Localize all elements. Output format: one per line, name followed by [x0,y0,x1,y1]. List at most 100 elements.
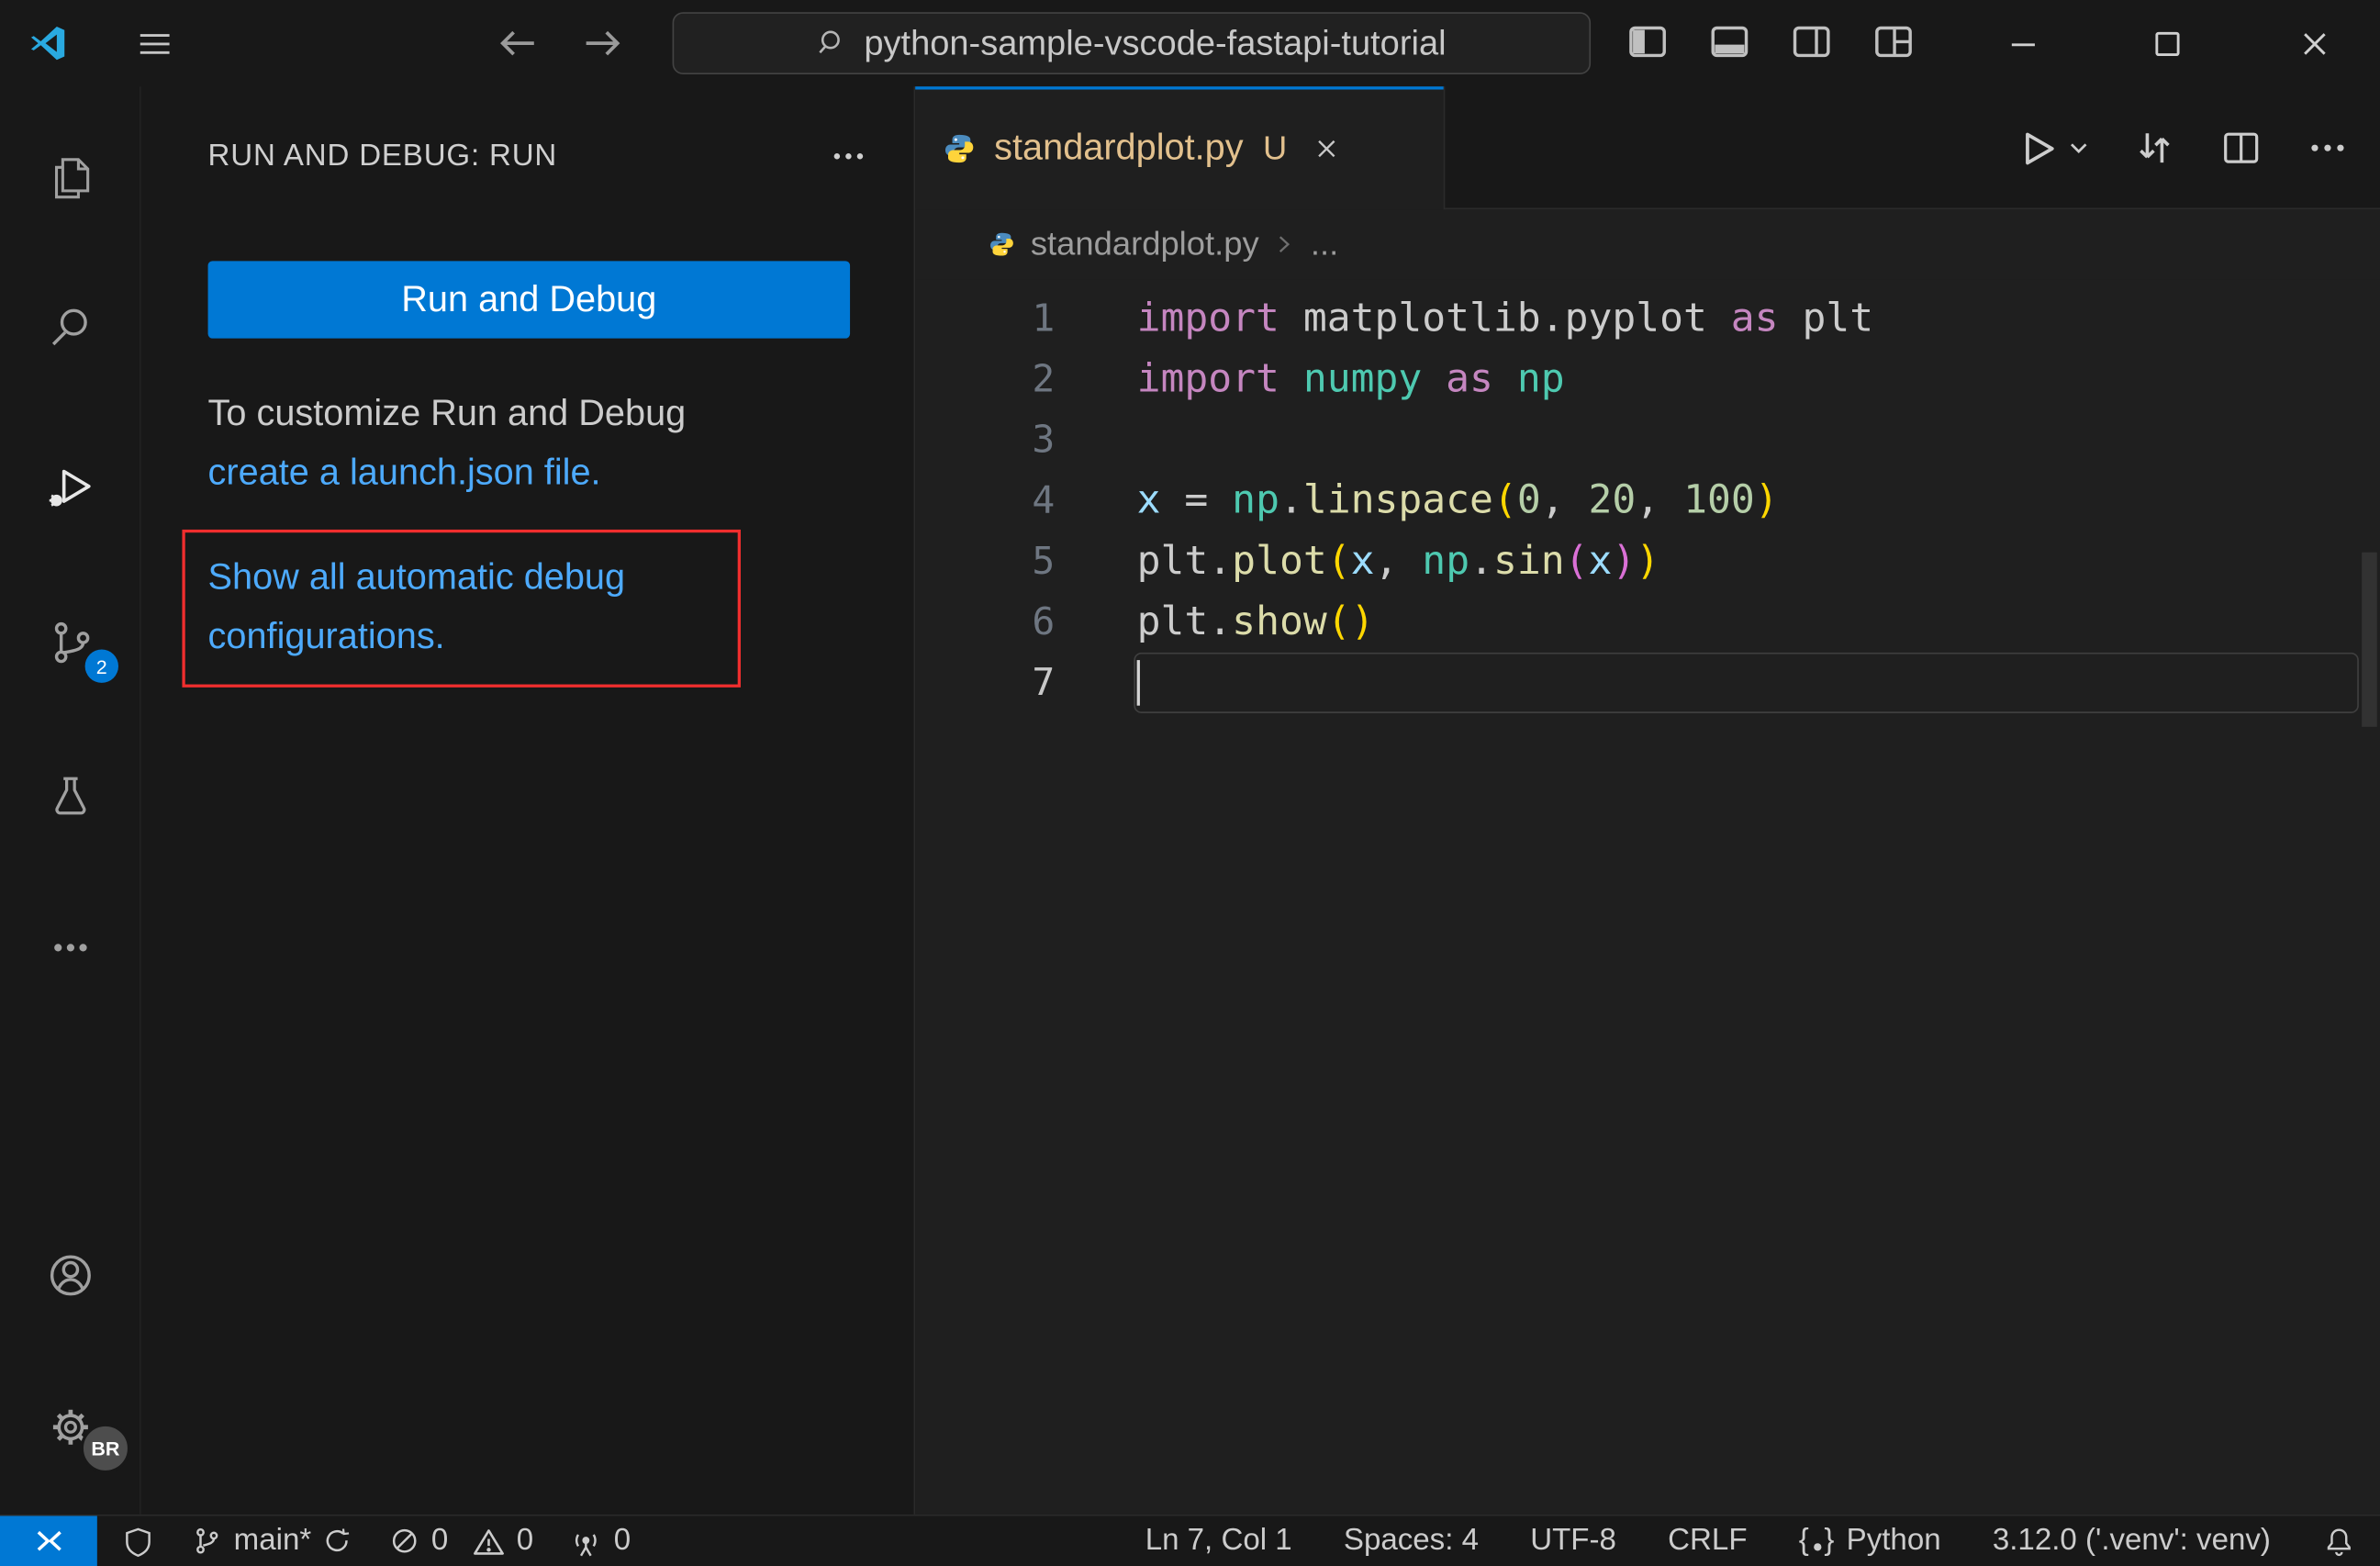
account-item[interactable] [0,1232,140,1317]
status-branch[interactable]: main* [191,1524,352,1559]
vscode-logo-icon [28,23,69,64]
files-icon [45,152,95,203]
status-language[interactable]: {} Python [1799,1524,1941,1559]
main-area: 2 BR RUN AND DEBUG: RUN Run and Debug To… [0,86,2380,1515]
maximize-button[interactable] [2125,0,2210,86]
search-item[interactable] [0,284,140,369]
code-line[interactable]: 4 x = np.linspace(0, 20, 100) [915,470,2380,531]
editor-scrollbar[interactable] [2362,552,2377,727]
status-problems[interactable]: 0 0 [389,1523,534,1559]
status-bar-left: main* 0 0 0 [0,1516,631,1566]
source-control-item[interactable]: 2 [0,599,140,685]
search-icon [45,301,95,352]
profile-badge: BR [80,1423,131,1474]
line-content [1055,653,1140,713]
customize-layout-button[interactable] [1870,18,1916,65]
breadcrumb-symbol[interactable]: ... [1311,225,1338,264]
code-line[interactable]: 3 [915,409,2380,470]
toggle-panel-button[interactable] [1706,18,1753,65]
status-ports[interactable]: 0 [570,1524,631,1559]
line-number: 5 [1032,538,1056,583]
run-and-debug-button[interactable]: Run and Debug [207,261,851,339]
language-name: Python [1846,1523,1941,1558]
account-icon [43,1248,96,1302]
menu-button[interactable] [134,23,176,65]
remote-icon [36,1530,61,1551]
views-more-actions-button[interactable] [829,137,868,176]
toggle-secondary-sidebar-button[interactable] [1788,18,1835,65]
line-content: plt.show() [1136,598,1375,645]
more-views-item[interactable] [0,904,140,990]
remote-indicator-button[interactable] [0,1516,97,1566]
status-bar-right: Ln 7, Col 1 Spaces: 4 UTF-8 CRLF {} Pyth… [1145,1516,2380,1566]
explorer-item[interactable] [0,135,140,220]
line-number: 2 [1032,356,1056,401]
status-line-col[interactable]: Ln 7, Col 1 [1145,1524,1292,1559]
chevron-down-icon [2071,143,2087,154]
title-bar: python-sample-vscode-fastapi-tutorial [0,0,2380,87]
layout-controls [1624,18,1916,65]
notifications-bell-button[interactable] [2322,1525,2355,1558]
beaker-icon [45,770,95,821]
line-number: 6 [1032,598,1056,643]
run-debug-item[interactable] [0,443,140,529]
run-python-file-button[interactable] [2014,125,2090,171]
status-python-interpreter[interactable]: 3.12.0 ('.venv': venv) [1993,1524,2271,1559]
code-line[interactable]: 7 [915,652,2380,713]
line-content: import numpy as np [1136,356,1565,403]
errors-icon [393,1528,417,1553]
breadcrumb[interactable]: standardplot.py ... [915,209,2380,280]
status-indentation[interactable]: Spaces: 4 [1344,1524,1479,1559]
ellipsis-icon [45,922,95,972]
back-button[interactable] [493,18,543,69]
tab-standardplot-py[interactable]: standardplot.py U [915,86,1446,210]
git-branch-icon [196,1527,218,1554]
split-editor-button[interactable] [2219,126,2263,170]
braces-icon: {} [1798,1523,1837,1558]
command-center-search[interactable]: python-sample-vscode-fastapi-tutorial [672,12,1592,75]
status-bar: main* 0 0 0 Ln 7, Col 1 Spaces: 4 UTF-8 [0,1514,2380,1566]
run-debug-sidebar: RUN AND DEBUG: RUN Run and Debug To cust… [140,86,916,1515]
tab-close-button[interactable] [1312,133,1342,163]
minimize-button[interactable] [1981,0,2066,86]
bell-icon [2327,1527,2351,1556]
python-file-icon [943,131,976,164]
breadcrumb-file[interactable]: standardplot.py [1031,225,1259,264]
create-launch-json-link[interactable]: create a launch.json file. [208,453,601,494]
code-line[interactable]: 6 plt.show() [915,592,2380,653]
search-text: python-sample-vscode-fastapi-tutorial [864,22,1447,62]
customize-hint-text: To customize Run and Debug [207,393,687,434]
forward-button[interactable] [576,18,627,69]
toggle-primary-sidebar-button[interactable] [1624,18,1670,65]
line-content: import matplotlib.pyplot as plt [1136,296,1874,341]
status-encoding[interactable]: UTF-8 [1530,1524,1616,1559]
annotation-red-box: Show all automatic debug configurations. [182,529,742,688]
testing-item[interactable] [0,753,140,838]
line-number: 3 [1032,417,1056,462]
chevron-right-icon [1274,234,1295,255]
current-line-highlight [1134,652,2359,713]
editor-actions [2014,86,2349,209]
code-line[interactable]: 2 import numpy as np [915,349,2380,409]
editor-group: standardplot.py U standardplot.py ... 1 … [915,86,2380,1515]
run-debug-icon [43,459,96,512]
show-auto-debug-configs-link[interactable]: Show all automatic debug configurations. [208,548,715,666]
status-eol[interactable]: CRLF [1668,1524,1747,1559]
text-cursor [1136,660,1140,706]
branch-name: main* [233,1523,312,1558]
settings-item[interactable]: BR [0,1384,140,1474]
more-actions-button[interactable] [2306,126,2350,170]
workspace-trust-button[interactable] [121,1525,154,1558]
open-changes-button[interactable] [2132,126,2176,170]
code-line[interactable]: 1 import matplotlib.pyplot as plt [915,288,2380,349]
search-icon [817,28,849,60]
code-line[interactable]: 5 plt.plot(x, np.sin(x)) [915,531,2380,592]
editor-tab-bar: standardplot.py U [915,86,2380,210]
warning-count: 0 [516,1523,534,1558]
code-lines: 1 import matplotlib.pyplot as plt 2 import … [915,288,2380,713]
code-editor[interactable]: 1 import matplotlib.pyplot as plt 2 import … [915,279,2380,1515]
shield-icon [126,1527,151,1557]
line-content: x = np.linspace(0, 20, 100) [1136,477,1779,524]
close-button[interactable] [2273,0,2358,86]
error-count: 0 [430,1523,449,1558]
